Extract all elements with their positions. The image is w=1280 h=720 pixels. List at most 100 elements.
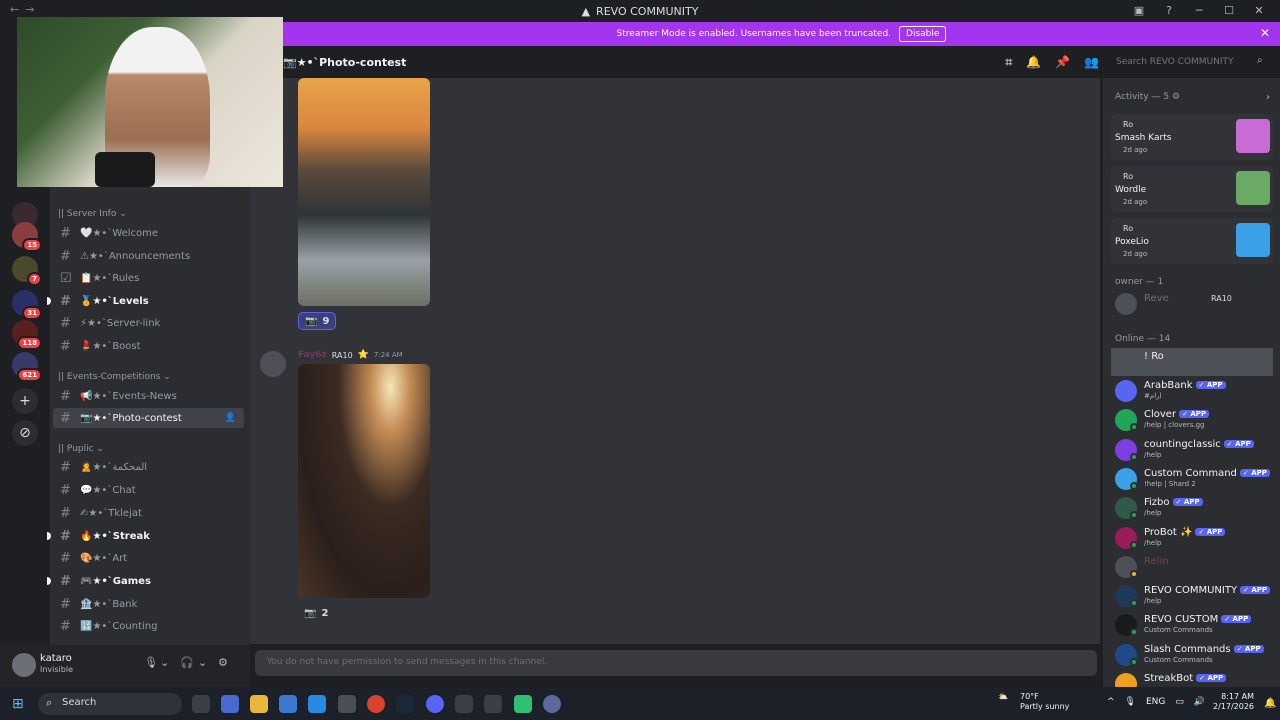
member-item[interactable]: ! Ro [1111,348,1273,376]
volume-icon[interactable]: 🔊 [1194,697,1205,707]
app-icon[interactable] [543,695,561,713]
member-item[interactable]: ProBot ✨ ✓ APP/help [1111,524,1273,552]
member-list-icon[interactable]: 👥 [1084,55,1099,70]
server-icon[interactable]: 621 [12,352,42,382]
reaction-button[interactable]: 📷 2 [298,604,334,622]
channel-bank[interactable]: # 🏦★•ˋBank [53,594,244,614]
chevron-down-icon[interactable]: ⌄ [198,656,207,669]
category-puplic[interactable]: || Puplic ⌄ [58,444,104,454]
member-item[interactable]: Custom Command ✓ APP !help | Shard 2 [1111,465,1273,493]
member-item[interactable]: countingclassic ✓ APP/help [1111,436,1273,464]
inbox-icon[interactable]: ▣ [1124,0,1154,22]
microphone-icon[interactable]: 🎙 [144,656,158,669]
language-indicator[interactable]: ENG [1146,697,1165,707]
channel-welcome[interactable]: # 🤍★•ˋWelcome [53,223,244,243]
channel-games[interactable]: # 🎮★•ˋGames [47,571,244,591]
chevron-up-icon[interactable]: ^ [1107,697,1115,707]
member-item[interactable]: Slash Commands ✓ APP Custom Commands [1111,641,1273,669]
gear-icon[interactable]: ⚙ [218,656,228,669]
member-item[interactable]: REVO COMMUNITY ✓ APP/help [1111,582,1273,610]
member-item[interactable]: Relin [1111,553,1273,581]
server-icon[interactable]: 7 [12,256,42,286]
author-name[interactable]: Fay6z [298,350,327,360]
system-tray[interactable]: ^ 🎙 ENG ▭ 🔊 [1107,697,1205,707]
member-item[interactable]: REVO CUSTOM ✓ APP Custom Commands [1111,611,1273,639]
server-icon[interactable]: 15 [12,222,42,252]
app-icon[interactable] [221,695,239,713]
photo-attachment[interactable] [298,364,430,598]
chevron-down-icon[interactable]: ⌄ [160,656,169,669]
disable-streamer-button[interactable]: Disable [899,26,947,42]
channel-court[interactable]: # 🙎★•ˋالمحكمة [53,457,244,477]
add-server-icon[interactable]: + [12,388,38,414]
notification-icon[interactable]: 🔔 [1264,698,1276,709]
gamepad-icon[interactable] [484,695,502,713]
pin-icon[interactable]: 📌 [1055,55,1070,70]
hash-icon: # [60,388,71,404]
channel-server-link[interactable]: # ⚡★•ˋServer-link [53,313,244,333]
member-item[interactable]: Clover ✓ APP/help | clovers.gg [1111,406,1273,434]
help-icon[interactable]: ? [1154,0,1184,22]
clock[interactable]: 8:17 AM 2/17/2026 [1213,692,1254,712]
settings-icon[interactable] [338,695,356,713]
channel-art[interactable]: # 🎨★•ˋArt [53,548,244,568]
channel-events-news[interactable]: # 📢★•ˋEvents-News [53,386,244,406]
channel-tklejat[interactable]: # ✍★•ˋTklejat [53,503,244,523]
member-item[interactable]: Fizbo ✓ APP/help [1111,494,1273,522]
channel-levels[interactable]: # 🏅★•ˋLevels [47,291,244,311]
app-icon[interactable] [514,695,532,713]
add-member-icon[interactable]: 👤 [225,413,236,423]
server-icon[interactable]: 118 [12,320,42,350]
headphones-icon[interactable]: 🎧 [180,656,194,669]
taskbar-search[interactable]: ⌕ Search [38,693,182,715]
discover-icon[interactable]: ⊘ [12,420,38,446]
steam-icon[interactable] [396,695,414,713]
chrome-icon[interactable] [367,695,385,713]
channel-boost[interactable]: # 💄★•ˋBoost [53,336,244,356]
member-owner[interactable]: Reve RA10 [1111,290,1273,318]
username[interactable]: kataro [40,653,72,664]
discord-icon[interactable] [426,695,444,713]
hash-icon: # [60,248,71,264]
member-list: Activity — 5 ⚙ › Ro Smash Karts 2d ago R… [1103,78,1280,687]
unread-indicator [47,577,51,585]
channel-announcements[interactable]: # ⚠★•ˋAnnouncements [53,246,244,266]
message-list: 📷 9 Fay6z RA10 ⭐ 7:24 AM 📷 2 [250,78,1100,644]
avatar[interactable] [260,351,286,377]
channel-chat[interactable]: # 💬★•ˋChat [53,480,244,500]
minimize-button[interactable]: ─ [1184,0,1214,22]
avatar[interactable] [12,653,36,677]
channel-photo-contest[interactable]: # 📷★•ˋPhoto-contest 👤 [53,408,244,428]
store-icon[interactable] [279,695,297,713]
chevron-right-icon[interactable]: › [1266,92,1270,103]
activity-card[interactable]: Ro PoxeLio 2d ago [1111,218,1273,264]
windows-start-icon[interactable]: ⊞ [12,696,28,712]
reaction-button[interactable]: 📷 9 [298,312,337,330]
activity-card[interactable]: Ro Smash Karts 2d ago [1111,114,1273,160]
member-item[interactable]: StreakBot ✓ APP [1111,670,1273,687]
microphone-icon[interactable]: 🎙 [1125,697,1136,707]
task-view-icon[interactable] [192,695,210,713]
member-item[interactable]: ArabBank ✓ APP #ارام [1111,377,1273,405]
category-server-info[interactable]: || Server Info ⌄ [58,209,127,219]
network-icon[interactable]: ▭ [1175,697,1184,707]
threads-icon[interactable]: ⌗ [1005,55,1012,70]
weather-widget[interactable]: ⛅ 70°F Partly sunny [998,692,1069,711]
nav-arrows[interactable]: ←→ [10,3,40,16]
maximize-button[interactable]: ☐ [1214,0,1244,22]
activity-card[interactable]: Ro Wordle 2d ago [1111,166,1273,212]
channel-rules[interactable]: ☑ 📋★•ˋRules [53,268,244,288]
bell-icon[interactable]: 🔔 [1026,55,1041,70]
photo-attachment[interactable] [298,78,430,306]
close-button[interactable]: ✕ [1244,0,1274,22]
search-input[interactable] [1110,52,1274,72]
folder-icon[interactable] [250,695,268,713]
app-icon[interactable] [455,695,473,713]
hash-icon: # [60,618,71,634]
mail-icon[interactable] [308,695,326,713]
channel-counting[interactable]: # 🔢★•ˋCounting [53,616,244,636]
category-events[interactable]: || Events-Competitions ⌄ [58,372,171,382]
server-icon[interactable]: 31 [12,290,42,320]
channel-streak[interactable]: # 🔥★•ˋStreak [47,526,244,546]
close-icon[interactable]: ✕ [1260,26,1270,40]
